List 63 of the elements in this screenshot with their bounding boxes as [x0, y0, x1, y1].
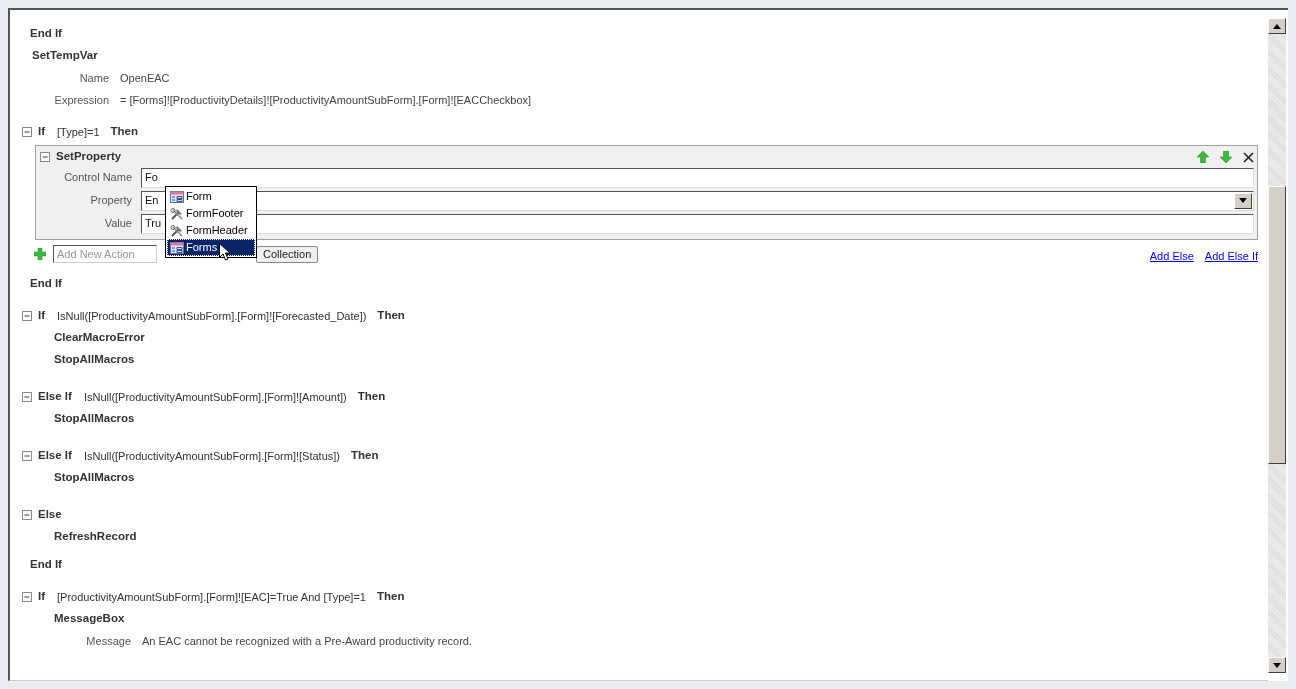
- field-label: Property: [89, 193, 132, 209]
- action-name: SetTempVar: [32, 48, 98, 64]
- action-name: MessageBox: [54, 611, 125, 627]
- argument-label: Expression: [53, 92, 109, 108]
- collapse-icon[interactable]: [22, 510, 32, 520]
- collapse-icon[interactable]: [40, 152, 50, 162]
- collapse-icon[interactable]: [22, 311, 32, 321]
- then-keyword: Then: [377, 589, 405, 605]
- condition-expression: IsNull([ProductivityAmountSubForm].[Form]![Forecasted_Date]): [57, 308, 367, 324]
- move-down-icon[interactable]: [1220, 151, 1232, 163]
- add-branch-link[interactable]: Add Else If: [1204, 247, 1258, 265]
- condition-keyword: Else If: [38, 448, 72, 464]
- input-field[interactable]: Fo: [141, 167, 1254, 188]
- condition-keyword: Else: [38, 507, 62, 523]
- scroll-up-button[interactable]: [1268, 18, 1286, 34]
- tools-icon: [170, 207, 184, 220]
- collapse-icon[interactable]: [22, 392, 32, 402]
- action-name: StopAllMacros: [54, 470, 135, 486]
- scrollbar-thumb[interactable]: [1268, 186, 1286, 464]
- condition-keyword: Else If: [38, 389, 72, 405]
- form-icon: [170, 190, 184, 203]
- condition-keyword: If: [38, 308, 46, 324]
- scroll-down-button[interactable]: [1268, 657, 1286, 673]
- end-if-label: End If: [30, 276, 62, 292]
- argument-value: An EAC cannot be recognized with a Pre-Award productivity record.: [142, 633, 472, 649]
- collapse-icon[interactable]: [22, 592, 32, 602]
- field-label: Value: [103, 216, 132, 232]
- end-if-label: End If: [30, 26, 62, 42]
- action-name: StopAllMacros: [54, 352, 135, 368]
- form-icon: [170, 241, 184, 254]
- add-icon[interactable]: [34, 248, 46, 260]
- collapse-icon[interactable]: [22, 127, 32, 137]
- dropdown-arrow-icon[interactable]: [1239, 198, 1247, 203]
- then-keyword: Then: [351, 448, 379, 464]
- argument-label: Name: [78, 70, 109, 86]
- collection-button[interactable]: Collection: [256, 245, 319, 263]
- autocomplete-item[interactable]: Form: [167, 188, 255, 205]
- argument-value: OpenEAC: [120, 70, 170, 86]
- argument-label: Message: [85, 633, 131, 649]
- condition-keyword: If: [38, 124, 46, 140]
- action-name: RefreshRecord: [54, 529, 137, 545]
- move-up-icon[interactable]: [1197, 151, 1209, 163]
- end-if-label: End If: [30, 557, 62, 573]
- condition-expression: [Type]=1: [57, 124, 100, 140]
- condition-expression: IsNull([ProductivityAmountSubForm].[Form]![Amount]): [83, 389, 347, 405]
- action-name: ClearMacroError: [54, 330, 145, 346]
- add-branch-link[interactable]: Add Else: [1149, 247, 1194, 265]
- autocomplete-item[interactable]: Forms: [167, 239, 255, 256]
- then-keyword: Then: [357, 389, 386, 405]
- up-arrow-icon: [1273, 23, 1281, 29]
- condition-expression: IsNull([ProductivityAmountSubForm].[Form]![Status]): [83, 448, 341, 464]
- argument-value: = [Forms]![ProductivityDetails]![ProductivityAmountSubForm].[Form]![EACCheckbox]: [120, 92, 532, 108]
- condition-expression: [ProductivityAmountSubForm].[Form]![EAC]=True And [Type]=1: [57, 589, 366, 605]
- action-name: StopAllMacros: [54, 411, 135, 427]
- close-icon[interactable]: [1243, 151, 1254, 163]
- down-arrow-icon: [1273, 662, 1281, 668]
- then-keyword: Then: [377, 308, 405, 324]
- then-keyword: Then: [110, 124, 139, 140]
- action-name: SetProperty: [56, 149, 122, 165]
- collapse-icon[interactable]: [22, 451, 32, 461]
- field-label: Control Name: [63, 170, 132, 186]
- condition-keyword: If: [38, 589, 46, 605]
- tools-icon: [170, 224, 184, 237]
